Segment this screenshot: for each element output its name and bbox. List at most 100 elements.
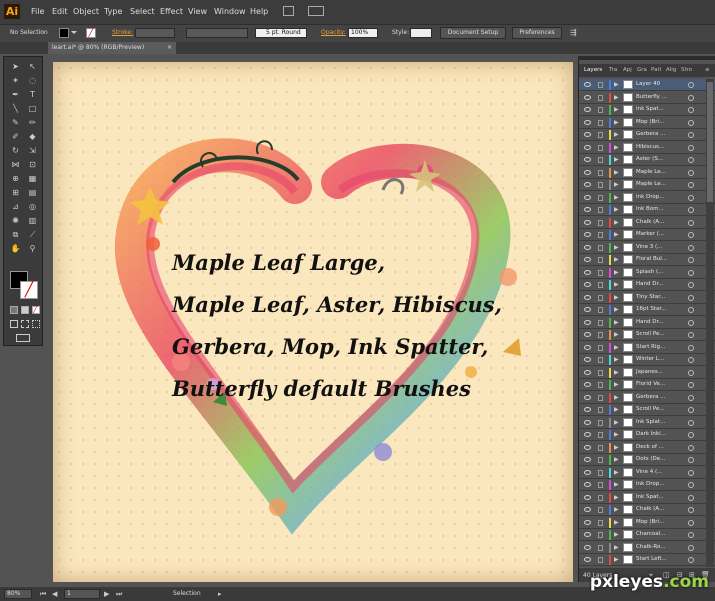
- eraser-tool-icon[interactable]: ◆: [27, 132, 38, 142]
- layer-name[interactable]: Mop (Bri...: [636, 119, 664, 125]
- lock-toggle-icon[interactable]: [598, 207, 603, 213]
- visibility-eye-icon[interactable]: [584, 307, 591, 312]
- layer-row[interactable]: ▶ Marker (...: [579, 229, 715, 241]
- target-circle-icon[interactable]: [688, 319, 694, 326]
- layer-row[interactable]: ▶ Ink Bom...: [579, 204, 715, 216]
- layer-row[interactable]: ▶ Mop (Bri...: [579, 117, 715, 129]
- target-circle-icon[interactable]: [688, 107, 694, 113]
- expand-triangle-icon[interactable]: ▶: [614, 256, 619, 264]
- visibility-eye-icon[interactable]: [584, 532, 591, 537]
- visibility-eye-icon[interactable]: [584, 344, 591, 350]
- stroke-color-swatch[interactable]: ╱: [20, 281, 38, 299]
- draw-inside-icon[interactable]: [32, 320, 40, 328]
- visibility-eye-icon[interactable]: [584, 182, 591, 187]
- visibility-eye-icon[interactable]: [584, 419, 591, 425]
- layer-name[interactable]: Ink Drop...: [636, 481, 665, 487]
- lock-toggle-icon[interactable]: [598, 394, 603, 401]
- expand-triangle-icon[interactable]: ▶: [614, 81, 619, 89]
- expand-triangle-icon[interactable]: ▶: [614, 294, 619, 302]
- layer-name[interactable]: Start Rig...: [636, 344, 665, 350]
- layer-name[interactable]: Winter L...: [636, 356, 664, 362]
- layer-name[interactable]: Chalk (A...: [636, 219, 664, 225]
- tab-gradient[interactable]: Gra: [637, 64, 647, 77]
- visibility-eye-icon[interactable]: [584, 269, 591, 275]
- lock-toggle-icon[interactable]: [598, 444, 603, 451]
- visibility-eye-icon[interactable]: [584, 132, 591, 137]
- expand-triangle-icon[interactable]: ▶: [614, 306, 619, 314]
- expand-triangle-icon[interactable]: ▶: [614, 94, 619, 102]
- layer-row[interactable]: ▶ Floral Bul...: [579, 254, 715, 266]
- layer-name[interactable]: Dots (De...: [636, 456, 665, 462]
- visibility-eye-icon[interactable]: [584, 444, 591, 450]
- visibility-eye-icon[interactable]: [584, 232, 591, 237]
- layer-row[interactable]: ▶ Hand Dr...: [579, 317, 715, 329]
- layer-name[interactable]: Deck of ...: [636, 444, 664, 450]
- target-circle-icon[interactable]: [688, 182, 694, 188]
- visibility-eye-icon[interactable]: [584, 332, 591, 337]
- expand-triangle-icon[interactable]: ▶: [614, 181, 619, 189]
- visibility-eye-icon[interactable]: [584, 432, 591, 437]
- layer-row[interactable]: ▶ Scroll Pe...: [579, 329, 715, 341]
- expand-triangle-icon[interactable]: ▶: [614, 194, 619, 202]
- lock-toggle-icon[interactable]: [598, 432, 603, 438]
- stroke-none-swatch[interactable]: ╱: [86, 28, 96, 38]
- layer-row[interactable]: ▶ Gerbera ...: [579, 392, 715, 404]
- pen-tool-icon[interactable]: ✒: [10, 90, 21, 100]
- layer-name[interactable]: Maple Le...: [636, 181, 666, 187]
- expand-triangle-icon[interactable]: ▶: [614, 469, 619, 477]
- lock-toggle-icon[interactable]: [598, 132, 603, 138]
- draw-behind-icon[interactable]: [21, 320, 29, 328]
- lock-toggle-icon[interactable]: [598, 144, 603, 151]
- visibility-eye-icon[interactable]: [584, 282, 591, 287]
- target-circle-icon[interactable]: [688, 544, 694, 551]
- layer-row[interactable]: ▶ Maple Le...: [579, 167, 715, 179]
- lock-toggle-icon[interactable]: [598, 532, 603, 538]
- document-tab[interactable]: leart.ai* @ 80% (RGB/Preview) ×: [48, 42, 176, 54]
- expand-triangle-icon[interactable]: ▶: [614, 219, 619, 227]
- layer-name[interactable]: Tiny Star...: [636, 294, 665, 300]
- layer-row[interactable]: ▶ Japanes...: [579, 367, 715, 379]
- layer-row[interactable]: ▶ Ink Spat...: [579, 492, 715, 504]
- expand-triangle-icon[interactable]: ▶: [614, 344, 619, 352]
- expand-triangle-icon[interactable]: ▶: [614, 281, 619, 289]
- gradient-mode-icon[interactable]: [21, 306, 29, 314]
- free-transform-tool-icon[interactable]: ⊡: [27, 160, 38, 170]
- layer-row[interactable]: ▶ Ink Splat...: [579, 417, 715, 429]
- visibility-eye-icon[interactable]: [584, 319, 591, 325]
- visibility-eye-icon[interactable]: [584, 244, 591, 250]
- opacity-field[interactable]: 100%: [348, 28, 378, 38]
- target-circle-icon[interactable]: [688, 144, 694, 151]
- blend-tool-icon[interactable]: ◎: [27, 202, 38, 212]
- none-mode-icon[interactable]: ╱: [32, 306, 40, 314]
- visibility-eye-icon[interactable]: [584, 207, 591, 212]
- lock-toggle-icon[interactable]: [598, 194, 603, 201]
- perspective-grid-tool-icon[interactable]: ▦: [27, 174, 38, 184]
- lock-toggle-icon[interactable]: [598, 269, 603, 276]
- target-circle-icon[interactable]: [688, 157, 694, 163]
- layer-row[interactable]: ▶ Tiny Star...: [579, 292, 715, 304]
- layer-name[interactable]: Marker (...: [636, 231, 664, 237]
- target-circle-icon[interactable]: [688, 444, 694, 451]
- expand-triangle-icon[interactable]: ▶: [614, 169, 619, 177]
- layer-row[interactable]: ▶ Butterfly ...: [579, 92, 715, 104]
- lock-toggle-icon[interactable]: [598, 82, 603, 88]
- layer-row[interactable]: ▶ Vine 4 (...: [579, 467, 715, 479]
- layer-row[interactable]: ▶ Charcoal...: [579, 529, 715, 541]
- expand-triangle-icon[interactable]: ▶: [614, 519, 619, 527]
- lock-toggle-icon[interactable]: [598, 157, 603, 163]
- visibility-eye-icon[interactable]: [584, 294, 591, 300]
- layer-row[interactable]: ▶ Gerbera ...: [579, 129, 715, 141]
- visibility-eye-icon[interactable]: [584, 169, 591, 175]
- target-circle-icon[interactable]: [688, 344, 694, 351]
- expand-triangle-icon[interactable]: ▶: [614, 406, 619, 414]
- line-tool-icon[interactable]: ╲: [10, 104, 21, 114]
- visibility-eye-icon[interactable]: [584, 394, 591, 400]
- shape-builder-tool-icon[interactable]: ⊕: [10, 174, 21, 184]
- arrange-documents-icon[interactable]: [308, 6, 324, 16]
- target-circle-icon[interactable]: [688, 132, 694, 138]
- first-artboard-icon[interactable]: ⏮: [40, 590, 46, 599]
- expand-triangle-icon[interactable]: ▶: [614, 369, 619, 377]
- target-circle-icon[interactable]: [688, 169, 694, 176]
- last-artboard-icon[interactable]: ⏭: [116, 590, 122, 599]
- target-circle-icon[interactable]: [688, 119, 694, 126]
